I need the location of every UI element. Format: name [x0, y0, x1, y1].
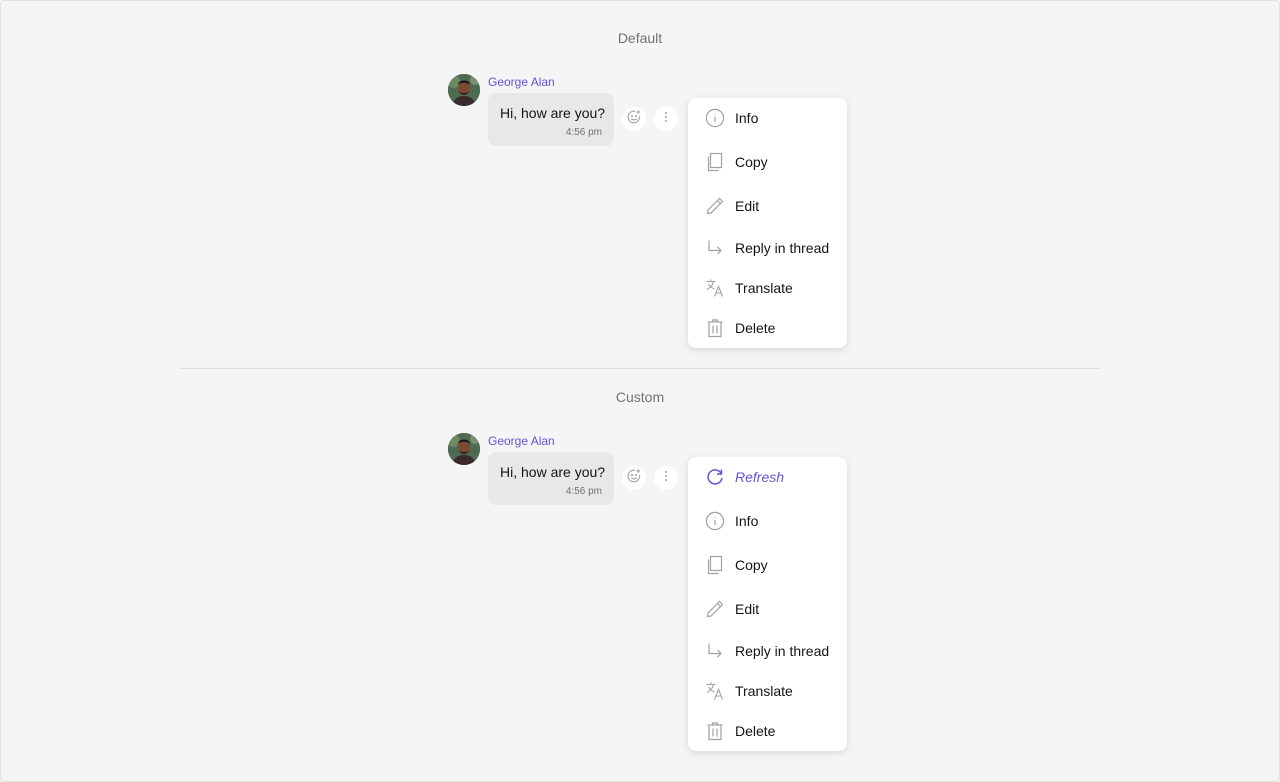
copy-icon: [705, 555, 725, 575]
delete-icon: [705, 318, 725, 338]
reply-in-thread-icon: [705, 238, 725, 258]
menu-item-reply-in-thread[interactable]: Reply in thread: [688, 228, 847, 268]
section-title-custom: Custom: [615, 389, 665, 405]
menu-item-label: Delete: [735, 320, 776, 336]
sender-name: George Alan: [488, 75, 555, 89]
menu-item-translate[interactable]: Translate: [688, 671, 847, 711]
avatar[interactable]: [448, 433, 480, 465]
menu-item-copy[interactable]: Copy: [688, 142, 847, 182]
edit-icon: [705, 599, 725, 619]
message-text: Hi, how are you?: [500, 464, 606, 480]
reply-in-thread-icon: [705, 641, 725, 661]
message-timestamp: 4:56 pm: [565, 127, 602, 138]
message-text: Hi, how are you?: [500, 105, 606, 121]
add-reaction-button[interactable]: [622, 107, 646, 131]
menu-item-label: Delete: [735, 723, 776, 739]
message-bubble[interactable]: Hi, how are you? 4:56 pm: [488, 93, 614, 146]
menu-item-copy[interactable]: Copy: [688, 545, 847, 585]
add-reaction-button[interactable]: [622, 466, 646, 490]
menu-item-edit[interactable]: Edit: [688, 589, 847, 629]
copy-icon: [705, 152, 725, 172]
menu-item-info[interactable]: Info: [688, 98, 847, 138]
default-section: Default George Alan Hi, how are you? 4:5…: [0, 0, 1280, 368]
menu-item-delete[interactable]: Delete: [688, 308, 847, 348]
menu-item-refresh[interactable]: Refresh: [688, 457, 847, 497]
menu-item-label: Reply in thread: [735, 240, 830, 256]
menu-item-label: Info: [735, 513, 759, 529]
info-icon: [705, 108, 725, 128]
message-timestamp: 4:56 pm: [565, 486, 602, 497]
sender-name: George Alan: [488, 434, 555, 448]
menu-item-label: Reply in thread: [735, 643, 830, 659]
message-options-menu: Info Copy Edit Reply in thread Translate…: [688, 98, 847, 348]
message-options-menu: Refresh Info Copy Edit Reply in thread T…: [688, 457, 847, 751]
more-vertical-icon: [658, 109, 674, 130]
message-bubble[interactable]: Hi, how are you? 4:56 pm: [488, 452, 614, 505]
menu-item-label: Copy: [735, 557, 768, 573]
menu-item-label: Edit: [735, 198, 760, 214]
translate-icon: [705, 278, 725, 298]
menu-item-label: Refresh: [735, 469, 785, 485]
section-title-default: Default: [617, 30, 663, 46]
menu-item-reply-in-thread[interactable]: Reply in thread: [688, 631, 847, 671]
refresh-icon: [705, 467, 725, 487]
translate-icon: [705, 681, 725, 701]
more-vertical-icon: [658, 468, 674, 489]
menu-item-info[interactable]: Info: [688, 501, 847, 541]
menu-item-label: Translate: [735, 683, 793, 699]
menu-item-label: Translate: [735, 280, 793, 296]
more-options-button[interactable]: [654, 466, 678, 490]
menu-item-label: Edit: [735, 601, 760, 617]
menu-item-label: Info: [735, 110, 759, 126]
edit-icon: [705, 196, 725, 216]
menu-item-translate[interactable]: Translate: [688, 268, 847, 308]
add-reaction-icon: [626, 109, 642, 130]
delete-icon: [705, 721, 725, 741]
custom-section: Custom George Alan Hi, how are you? 4:56…: [0, 369, 1280, 782]
add-reaction-icon: [626, 468, 642, 489]
more-options-button[interactable]: [654, 107, 678, 131]
info-icon: [705, 511, 725, 531]
avatar[interactable]: [448, 74, 480, 106]
menu-item-label: Copy: [735, 154, 768, 170]
menu-item-edit[interactable]: Edit: [688, 186, 847, 226]
menu-item-delete[interactable]: Delete: [688, 711, 847, 751]
